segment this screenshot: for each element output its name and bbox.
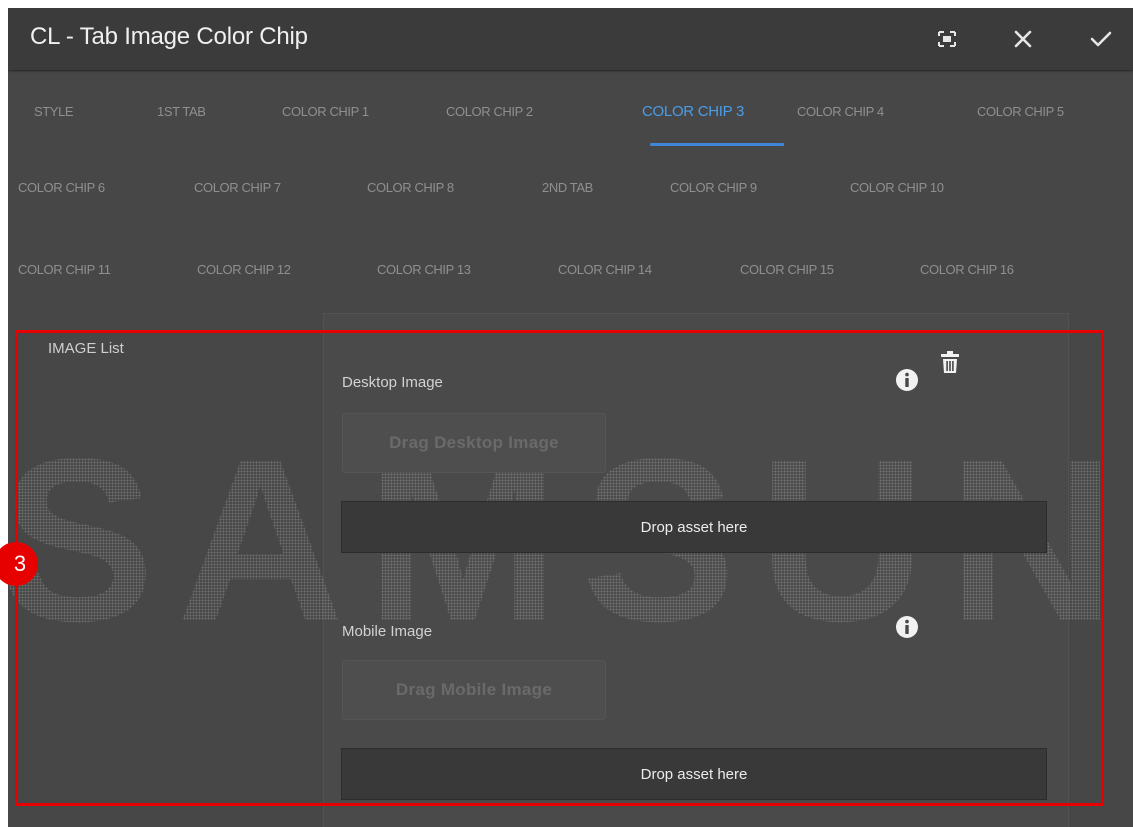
tab-color-chip-11[interactable]: COLOR CHIP 11 (18, 234, 111, 304)
tab-color-chip-8[interactable]: COLOR CHIP 8 (367, 152, 454, 222)
tabs-row-3: COLOR CHIP 11 COLOR CHIP 12 COLOR CHIP 1… (8, 234, 1133, 304)
close-icon[interactable] (1006, 22, 1040, 56)
dialog-titlebar: CL - Tab Image Color Chip (8, 8, 1133, 70)
fullscreen-icon[interactable] (930, 22, 964, 56)
tab-color-chip-5[interactable]: COLOR CHIP 5 (977, 76, 1064, 146)
tabs-row-2: COLOR CHIP 6 COLOR CHIP 7 COLOR CHIP 8 2… (8, 152, 1133, 222)
tab-1st-tab[interactable]: 1ST TAB (157, 76, 206, 146)
tab-color-chip-3[interactable]: COLOR CHIP 3 (642, 76, 744, 146)
tabs-row-1: STYLE 1ST TAB COLOR CHIP 1 COLOR CHIP 2 … (8, 76, 1133, 146)
tab-color-chip-7[interactable]: COLOR CHIP 7 (194, 152, 281, 222)
tab-color-chip-9[interactable]: COLOR CHIP 9 (670, 152, 757, 222)
drag-mobile-image-button[interactable]: Drag Mobile Image (342, 660, 606, 720)
active-tab-indicator (650, 143, 784, 146)
mobile-drop-zone[interactable]: Drop asset here (341, 748, 1047, 800)
tab-color-chip-16[interactable]: COLOR CHIP 16 (920, 234, 1014, 304)
tab-color-chip-13[interactable]: COLOR CHIP 13 (377, 234, 471, 304)
tab-color-chip-4[interactable]: COLOR CHIP 4 (797, 76, 884, 146)
tab-2nd-tab[interactable]: 2ND TAB (542, 152, 593, 222)
tab-color-chip-1[interactable]: COLOR CHIP 1 (282, 76, 369, 146)
info-icon[interactable] (895, 615, 919, 644)
check-icon[interactable] (1084, 22, 1118, 56)
tab-color-chip-14[interactable]: COLOR CHIP 14 (558, 234, 652, 304)
desktop-image-label: Desktop Image (342, 374, 443, 391)
dialog: CL - Tab Image Color Chip STYLE 1ST TAB … (8, 8, 1133, 827)
tab-color-chip-6[interactable]: COLOR CHIP 6 (18, 152, 105, 222)
trash-icon[interactable] (940, 350, 960, 379)
tab-style[interactable]: STYLE (34, 76, 74, 146)
info-icon[interactable] (895, 368, 919, 397)
dialog-title: CL - Tab Image Color Chip (30, 23, 308, 50)
image-list-label: IMAGE List (48, 340, 124, 357)
tab-color-chip-10[interactable]: COLOR CHIP 10 (850, 152, 944, 222)
tab-color-chip-15[interactable]: COLOR CHIP 15 (740, 234, 834, 304)
desktop-drop-zone[interactable]: Drop asset here (341, 501, 1047, 553)
mobile-image-label: Mobile Image (342, 623, 433, 640)
drag-desktop-image-button[interactable]: Drag Desktop Image (342, 413, 606, 473)
tab-color-chip-12[interactable]: COLOR CHIP 12 (197, 234, 291, 304)
tab-color-chip-2[interactable]: COLOR CHIP 2 (446, 76, 533, 146)
